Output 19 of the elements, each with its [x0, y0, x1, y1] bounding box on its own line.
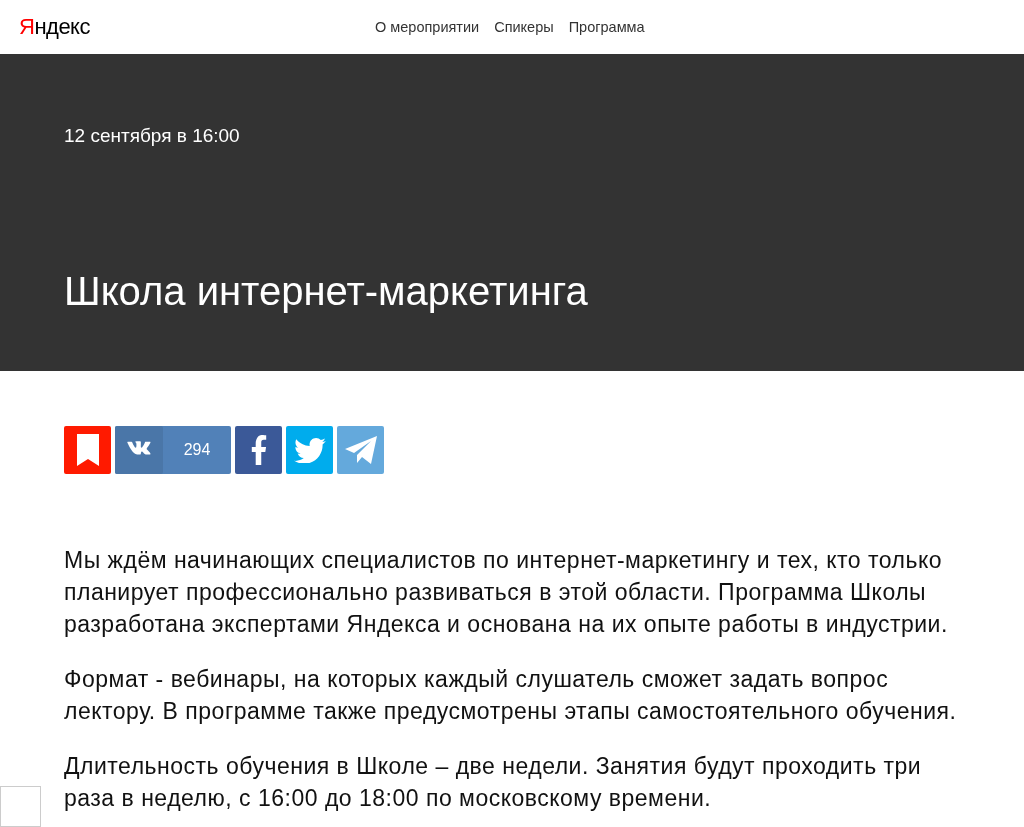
event-date: 12 сентября в 16:00 [64, 124, 240, 148]
bird-icon [293, 437, 326, 463]
paper-plane-icon [344, 436, 377, 464]
paragraph: Формат - вебинары, на которых каждый слушатель сможет задать вопрос лектору. В программе также предусмотрены этапы самостоятельного обучения. [64, 665, 958, 726]
logo[interactable]: Яндекс [19, 16, 109, 38]
bookmark-button[interactable] [64, 426, 111, 474]
facebook-share-button[interactable] [235, 426, 282, 474]
blank-tile [0, 786, 41, 827]
nav-link[interactable]: О мероприятии [375, 17, 480, 37]
facebook-f-icon [250, 435, 267, 465]
nav-link[interactable]: Спикеры [494, 17, 554, 37]
vk-logo-icon [115, 426, 163, 474]
paragraph: Мы ждём начинающих специалистов по интернет-маркетингу и тех, кто только планирует профессионально развиваться в этой области. Программа Школы разработана экспертами Яндекса и основана на их опыте работы в индустрии. [64, 546, 949, 639]
bookmark-icon [76, 434, 99, 466]
event-title: Школа интернет-маркетинга [64, 268, 588, 314]
paragraph: Длительность обучения в Школе – две недели. Занятия будут проходить три раза в неделю, с 16:00 до 18:00 по московскому времени. [64, 752, 923, 813]
vk-share-button[interactable]: 294 [115, 426, 231, 474]
nav-link[interactable]: Программа [568, 17, 645, 37]
telegram-share-button[interactable] [337, 426, 384, 474]
